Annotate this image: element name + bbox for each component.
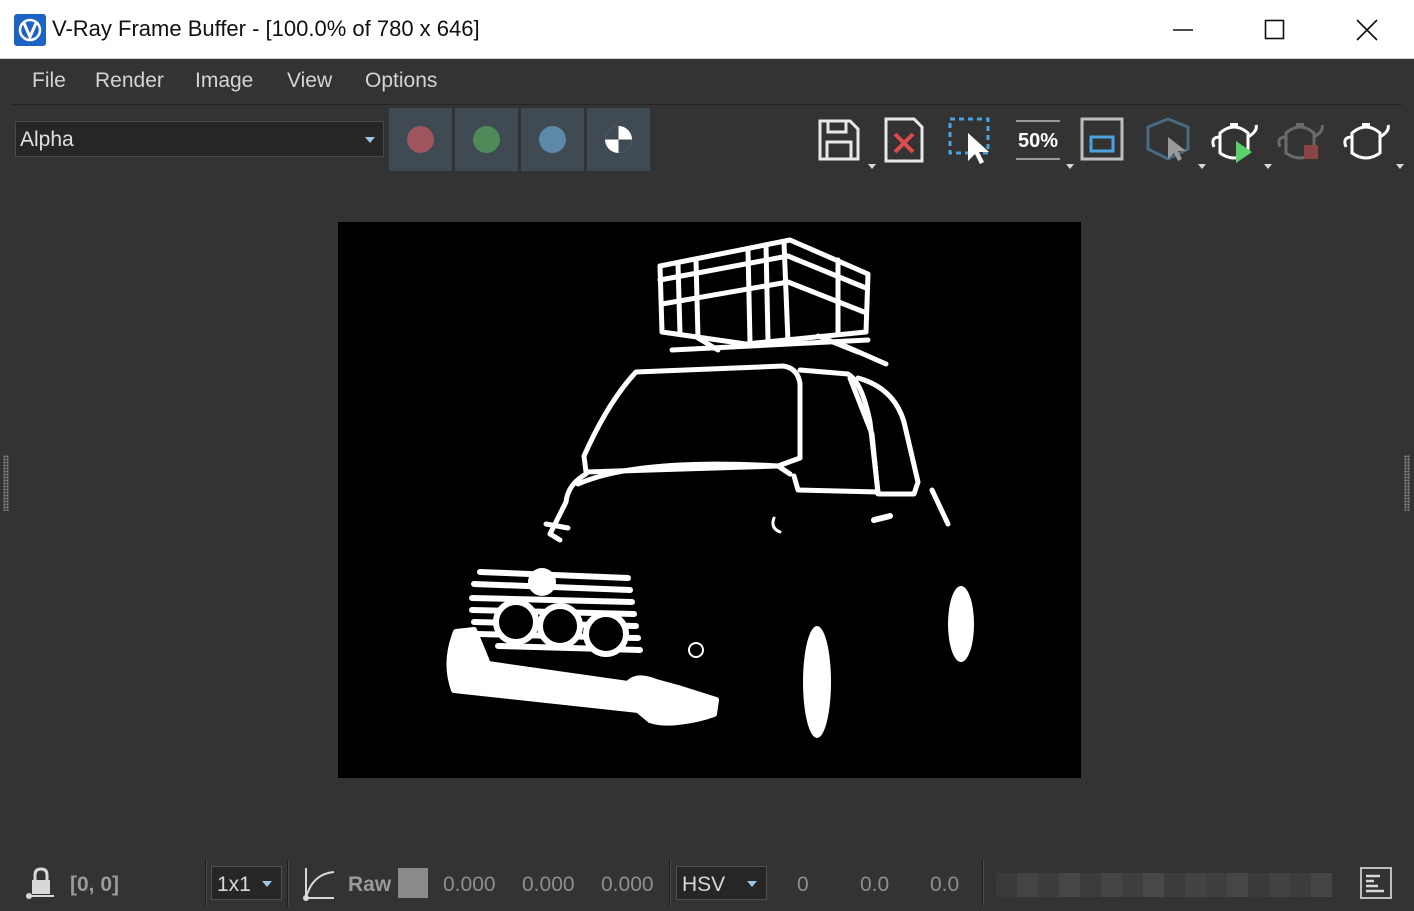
menu-file[interactable]: File (32, 69, 66, 93)
svg-text:50%: 50% (1018, 130, 1058, 152)
menu-view[interactable]: View (287, 69, 332, 93)
log-button[interactable] (1360, 867, 1392, 899)
blue-channel-button[interactable] (521, 108, 584, 171)
red-channel-button[interactable] (389, 108, 452, 171)
value-value: 0.0 (930, 873, 960, 896)
chevron-down-icon (262, 881, 272, 887)
log-icon (1366, 874, 1384, 893)
curve-icon (303, 868, 335, 901)
pixel-preview-strip (996, 873, 1332, 897)
divider (669, 860, 671, 906)
sample-size-value: 1x1 (217, 873, 251, 896)
right-panel-grip[interactable] (1404, 455, 1410, 511)
color-mode-label: Raw (348, 873, 392, 896)
divider (205, 860, 207, 906)
clear-image-icon (884, 117, 924, 163)
green-channel-button[interactable] (455, 108, 518, 171)
save-image-button[interactable] (812, 113, 876, 169)
zoom-50-button[interactable]: 50% (1010, 113, 1074, 169)
red-circle-icon (407, 126, 434, 153)
region-render-button[interactable] (1076, 113, 1134, 169)
channel-value: Alpha (20, 128, 74, 151)
vray-logo-icon (14, 14, 46, 46)
close-button[interactable] (1320, 0, 1412, 58)
render-teapot-icon (1211, 123, 1258, 163)
hue-value: 0 (797, 873, 809, 896)
menu-render[interactable]: Render (95, 69, 164, 93)
divider (287, 860, 289, 906)
chevron-down-icon (365, 137, 375, 143)
menu-bar: File Render Image View Options (12, 58, 1402, 105)
menu-image[interactable]: Image (195, 69, 253, 93)
green-value: 0.000 (522, 873, 575, 896)
save-image-icon (818, 119, 860, 161)
curve-button[interactable] (302, 866, 336, 902)
dropdown-arrow-icon (1066, 164, 1074, 169)
dropdown-arrow-icon (868, 164, 876, 169)
region-select-button[interactable] (944, 113, 1002, 169)
lock-pixel-icon (26, 867, 54, 899)
saturation-value: 0.0 (860, 873, 890, 896)
color-space-dropdown[interactable]: HSV (676, 866, 767, 900)
divider (982, 860, 984, 906)
maximize-button[interactable] (1228, 0, 1320, 58)
left-panel-grip[interactable] (3, 455, 9, 511)
render-alpha-preview (446, 237, 974, 738)
stop-render-button[interactable] (1274, 113, 1332, 169)
close-icon (1356, 19, 1378, 41)
dropdown-arrow-icon (1396, 164, 1404, 169)
region-select-icon (948, 117, 990, 164)
render-viewport[interactable] (338, 222, 1081, 778)
channel-dropdown[interactable]: Alpha (15, 121, 384, 157)
chevron-down-icon (747, 881, 757, 887)
render-last-icon (1343, 123, 1390, 160)
alpha-circle-icon (605, 126, 632, 153)
render-button[interactable] (1208, 113, 1272, 169)
stop-render-icon (1277, 123, 1324, 160)
window-title: V-Ray Frame Buffer - [100.0% of 780 x 64… (52, 16, 480, 41)
region-render-icon (1080, 117, 1124, 161)
title-bar: V-Ray Frame Buffer - [100.0% of 780 x 64… (0, 0, 1414, 59)
menu-options[interactable]: Options (365, 69, 437, 93)
clear-image-button[interactable] (878, 113, 936, 169)
pixel-coords: [0, 0] (70, 873, 120, 896)
render-last-button[interactable] (1340, 113, 1404, 169)
maximize-icon (1264, 19, 1285, 40)
pixel-color-swatch (398, 868, 428, 898)
alpha-channel-button[interactable] (587, 108, 650, 171)
blue-circle-icon (539, 126, 566, 153)
dropdown-arrow-icon (1198, 164, 1206, 169)
zoom-50-icon: 50% (1016, 120, 1060, 160)
sample-size-dropdown[interactable]: 1x1 (211, 866, 282, 900)
toolbar: Alpha 50% (0, 105, 1414, 171)
red-value: 0.000 (443, 873, 496, 896)
minimize-button[interactable] (1136, 0, 1228, 58)
color-space-value: HSV (682, 873, 726, 896)
green-circle-icon (473, 126, 500, 153)
track-mouse-button[interactable] (1142, 113, 1206, 169)
status-bar: [0, 0] 1x1 Raw 0.000 0.000 0.000 HSV 0 0… (0, 856, 1414, 911)
dropdown-arrow-icon (1264, 164, 1272, 169)
minimize-icon (1173, 29, 1193, 31)
track-mouse-icon (1146, 117, 1190, 161)
lock-pixel-button[interactable] (24, 866, 56, 902)
blue-value: 0.000 (601, 873, 654, 896)
